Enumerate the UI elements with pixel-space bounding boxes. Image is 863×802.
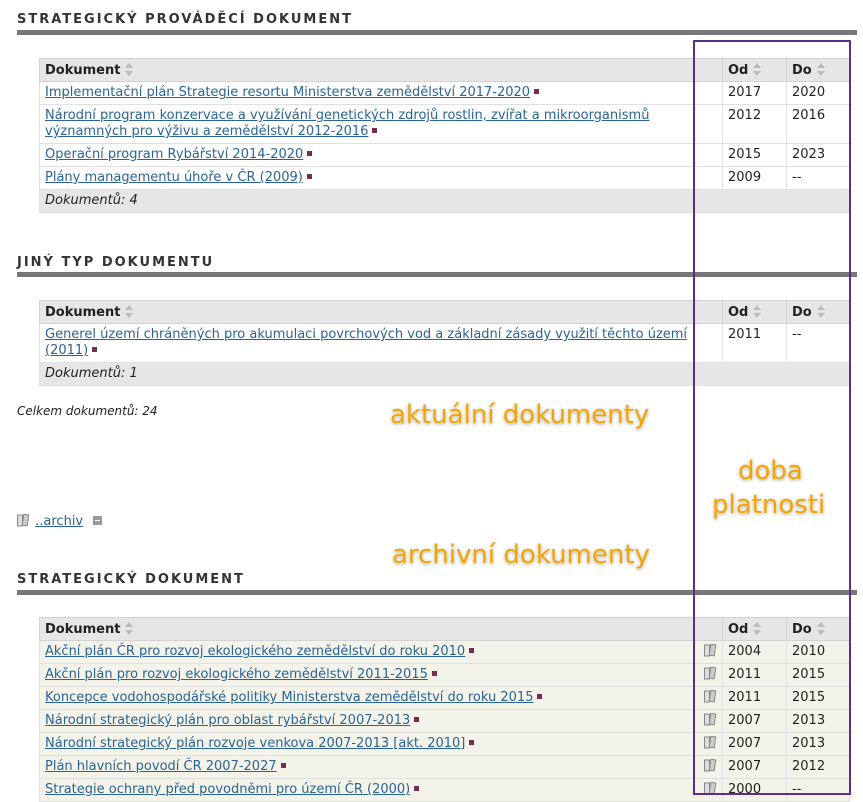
collapse-toggle-icon[interactable] [93, 516, 103, 525]
document-link[interactable]: Plán hlavních povodí ČR 2007-2027 [45, 759, 277, 774]
square-marker-icon [414, 717, 420, 722]
square-marker-icon [469, 648, 475, 653]
square-marker-icon [372, 128, 378, 133]
column-header-document[interactable]: Dokument [39, 617, 723, 641]
square-marker-icon [92, 347, 98, 352]
sort-icon[interactable] [125, 62, 134, 76]
document-link[interactable]: Implementační plán Strategie resortu Min… [45, 85, 530, 100]
square-marker-icon [306, 174, 312, 179]
total-documents: Celkem dokumentů: 24 [17, 404, 158, 418]
document-link[interactable]: Národní program konzervace a využívání g… [45, 108, 649, 139]
section-title-strategic-implementation: STRATEGICKÝ PROVÁDĚCÍ DOKUMENT [17, 12, 353, 27]
document-link[interactable]: Plány managementu úhoře v ČR (2009) [45, 170, 303, 185]
column-header-document[interactable]: Dokument [39, 300, 723, 324]
document-link[interactable]: Generel území chráněných pro akumulaci p… [45, 327, 687, 358]
archive-icon [17, 514, 30, 527]
archive-toggle[interactable]: ..archiv [17, 514, 103, 529]
document-link[interactable]: Akční plán ČR pro rozvoj ekologického ze… [45, 644, 465, 659]
square-marker-icon [414, 786, 420, 791]
validity-highlight-box [693, 40, 851, 795]
section-title-other-type: JINÝ TYP DOKUMENTU [17, 255, 215, 270]
section-divider [17, 30, 857, 35]
square-marker-icon [534, 89, 540, 94]
sort-icon[interactable] [125, 621, 134, 635]
archive-link[interactable]: ..archiv [35, 514, 83, 529]
annotation-current-documents: aktuální dokumenty [390, 400, 650, 430]
section-title-strategic: STRATEGICKÝ DOKUMENT [17, 572, 245, 587]
square-marker-icon [537, 694, 543, 699]
annotation-validity-line1: doba [738, 456, 803, 486]
annotation-validity-line2: platnosti [712, 490, 826, 520]
square-marker-icon [280, 763, 286, 768]
document-link[interactable]: Koncepce vodohospodářské politiky Minist… [45, 690, 533, 705]
annotation-archived-documents: archivní dokumenty [392, 540, 650, 570]
document-link[interactable]: Národní strategický plán rozvoje venkova… [45, 736, 465, 751]
document-link[interactable]: Operační program Rybářství 2014-2020 [45, 147, 303, 162]
document-link[interactable]: Strategie ochrany před povodněmi pro úze… [45, 782, 410, 797]
column-header-document[interactable]: Dokument [39, 58, 723, 82]
square-marker-icon [307, 151, 313, 156]
document-link[interactable]: Národní strategický plán pro oblast rybá… [45, 713, 410, 728]
document-link[interactable]: Akční plán pro rozvoj ekologického zeměd… [45, 667, 428, 682]
sort-icon[interactable] [125, 304, 134, 318]
square-marker-icon [469, 740, 475, 745]
square-marker-icon [431, 671, 437, 676]
